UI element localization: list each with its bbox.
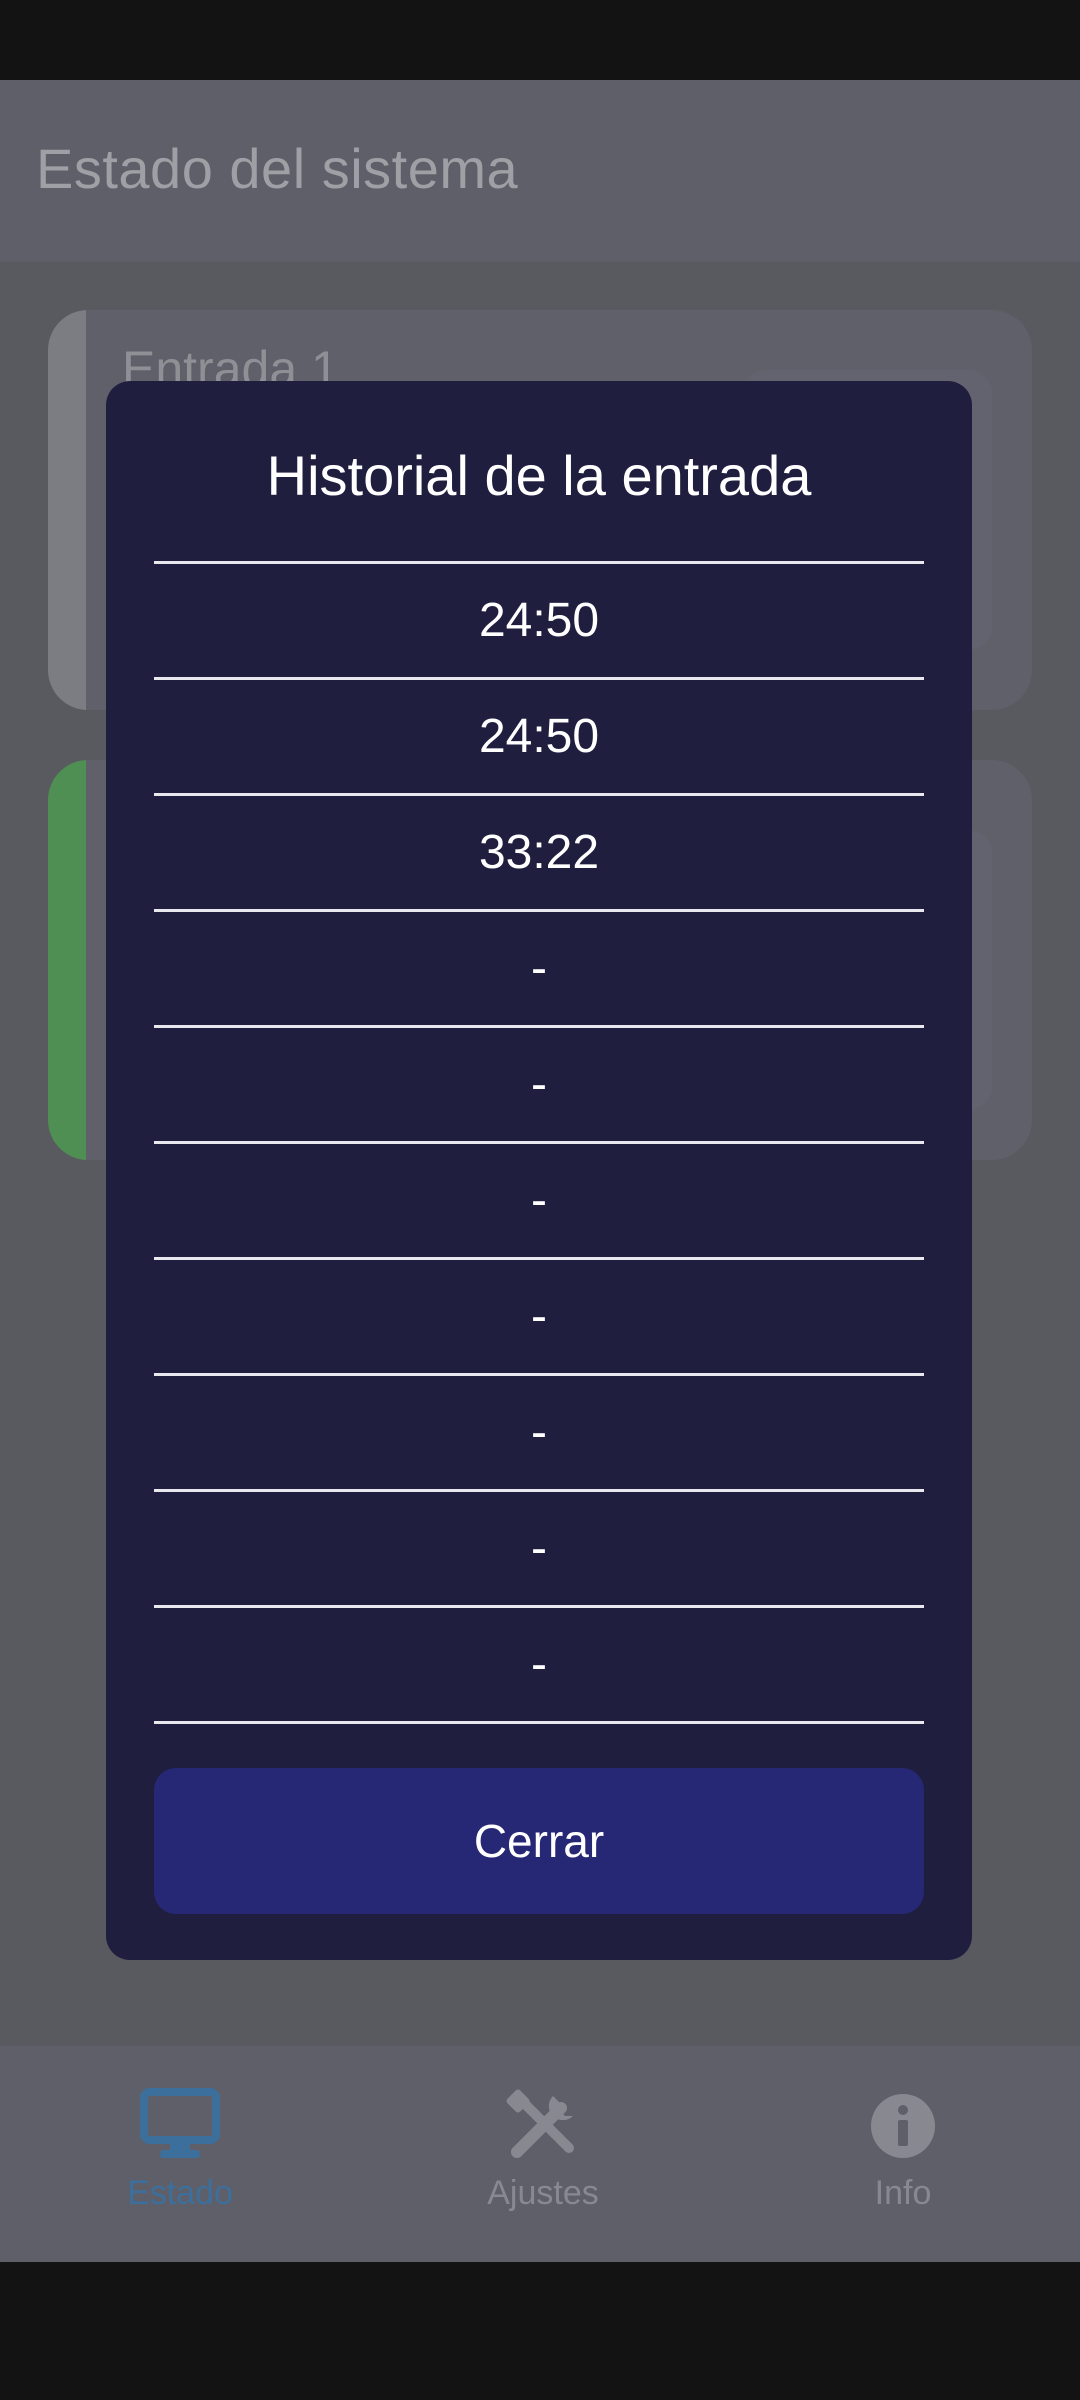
info-icon (871, 2094, 935, 2158)
nav-label: Info (874, 2174, 932, 2212)
bottom-navigation: Estado Ajustes Info (0, 2046, 1080, 2262)
history-row: 33:22 (154, 796, 924, 912)
history-row: - (154, 1376, 924, 1492)
status-bar (0, 0, 1080, 80)
tools-icon (506, 2089, 574, 2158)
history-row: - (154, 1608, 924, 1724)
history-row: 24:50 (154, 564, 924, 680)
nav-item-ajustes[interactable]: Ajustes (363, 2046, 723, 2262)
nav-item-info[interactable]: Info (723, 2046, 1080, 2262)
app-header: Estado del sistema (0, 80, 1080, 262)
dialog-title: Historial de la entrada (266, 444, 812, 507)
history-list: 24:50 24:50 33:22 - - - - - - - (154, 561, 924, 1724)
history-row: - (154, 1260, 924, 1376)
history-row: - (154, 1144, 924, 1260)
nav-label: Estado (127, 2174, 233, 2212)
card-status-stripe (48, 760, 86, 1160)
system-navigation-bar (0, 2262, 1080, 2400)
page-title: Estado del sistema (36, 137, 519, 200)
history-row: - (154, 912, 924, 1028)
history-row: - (154, 1492, 924, 1608)
nav-label: Ajustes (487, 2174, 599, 2212)
history-row: 24:50 (154, 680, 924, 796)
card-status-stripe (48, 310, 86, 710)
monitor-icon (140, 2088, 220, 2158)
history-dialog: Historial de la entrada 24:50 24:50 33:2… (106, 381, 972, 1960)
nav-item-estado[interactable]: Estado (0, 2046, 360, 2262)
close-button[interactable]: Cerrar (154, 1768, 924, 1914)
history-row: - (154, 1028, 924, 1144)
